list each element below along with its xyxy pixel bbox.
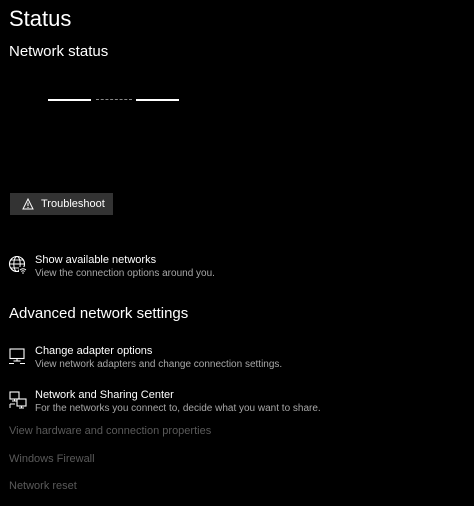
hardware-properties-link[interactable]: View hardware and connection properties: [9, 424, 211, 438]
change-adapter-options-link[interactable]: Change adapter options View network adap…: [8, 344, 282, 371]
show-networks-description: View the connection options around you.: [35, 268, 215, 279]
show-available-networks-link[interactable]: Show available networks View the connect…: [8, 253, 215, 280]
network-sharing-center-link[interactable]: Network and Sharing Center For the netwo…: [8, 388, 321, 415]
troubleshoot-button[interactable]: Troubleshoot: [10, 193, 113, 215]
network-reset-link[interactable]: Network reset: [9, 479, 77, 493]
connection-line-right: [136, 99, 179, 101]
network-status-diagram: [48, 98, 180, 102]
sharing-center-title: Network and Sharing Center: [35, 389, 174, 401]
adapter-monitor-icon: [8, 346, 28, 366]
warning-icon: [22, 198, 34, 210]
change-adapter-description: View network adapters and change connect…: [35, 359, 283, 370]
page-title: Status: [9, 6, 72, 31]
sharing-center-icon: [8, 390, 28, 410]
globe-icon: [8, 255, 28, 275]
connection-line-left: [48, 99, 91, 101]
show-networks-title: Show available networks: [35, 254, 157, 266]
sharing-center-description: For the networks you connect to, decide …: [35, 403, 321, 414]
connection-line-broken: [96, 99, 132, 100]
troubleshoot-label: Troubleshoot: [41, 198, 105, 210]
windows-firewall-link[interactable]: Windows Firewall: [9, 452, 95, 466]
change-adapter-title: Change adapter options: [35, 345, 153, 357]
network-status-heading: Network status: [9, 43, 109, 60]
network-status-page: Status Network status Troubleshoot Show …: [0, 0, 474, 506]
advanced-settings-heading: Advanced network settings: [9, 305, 189, 322]
